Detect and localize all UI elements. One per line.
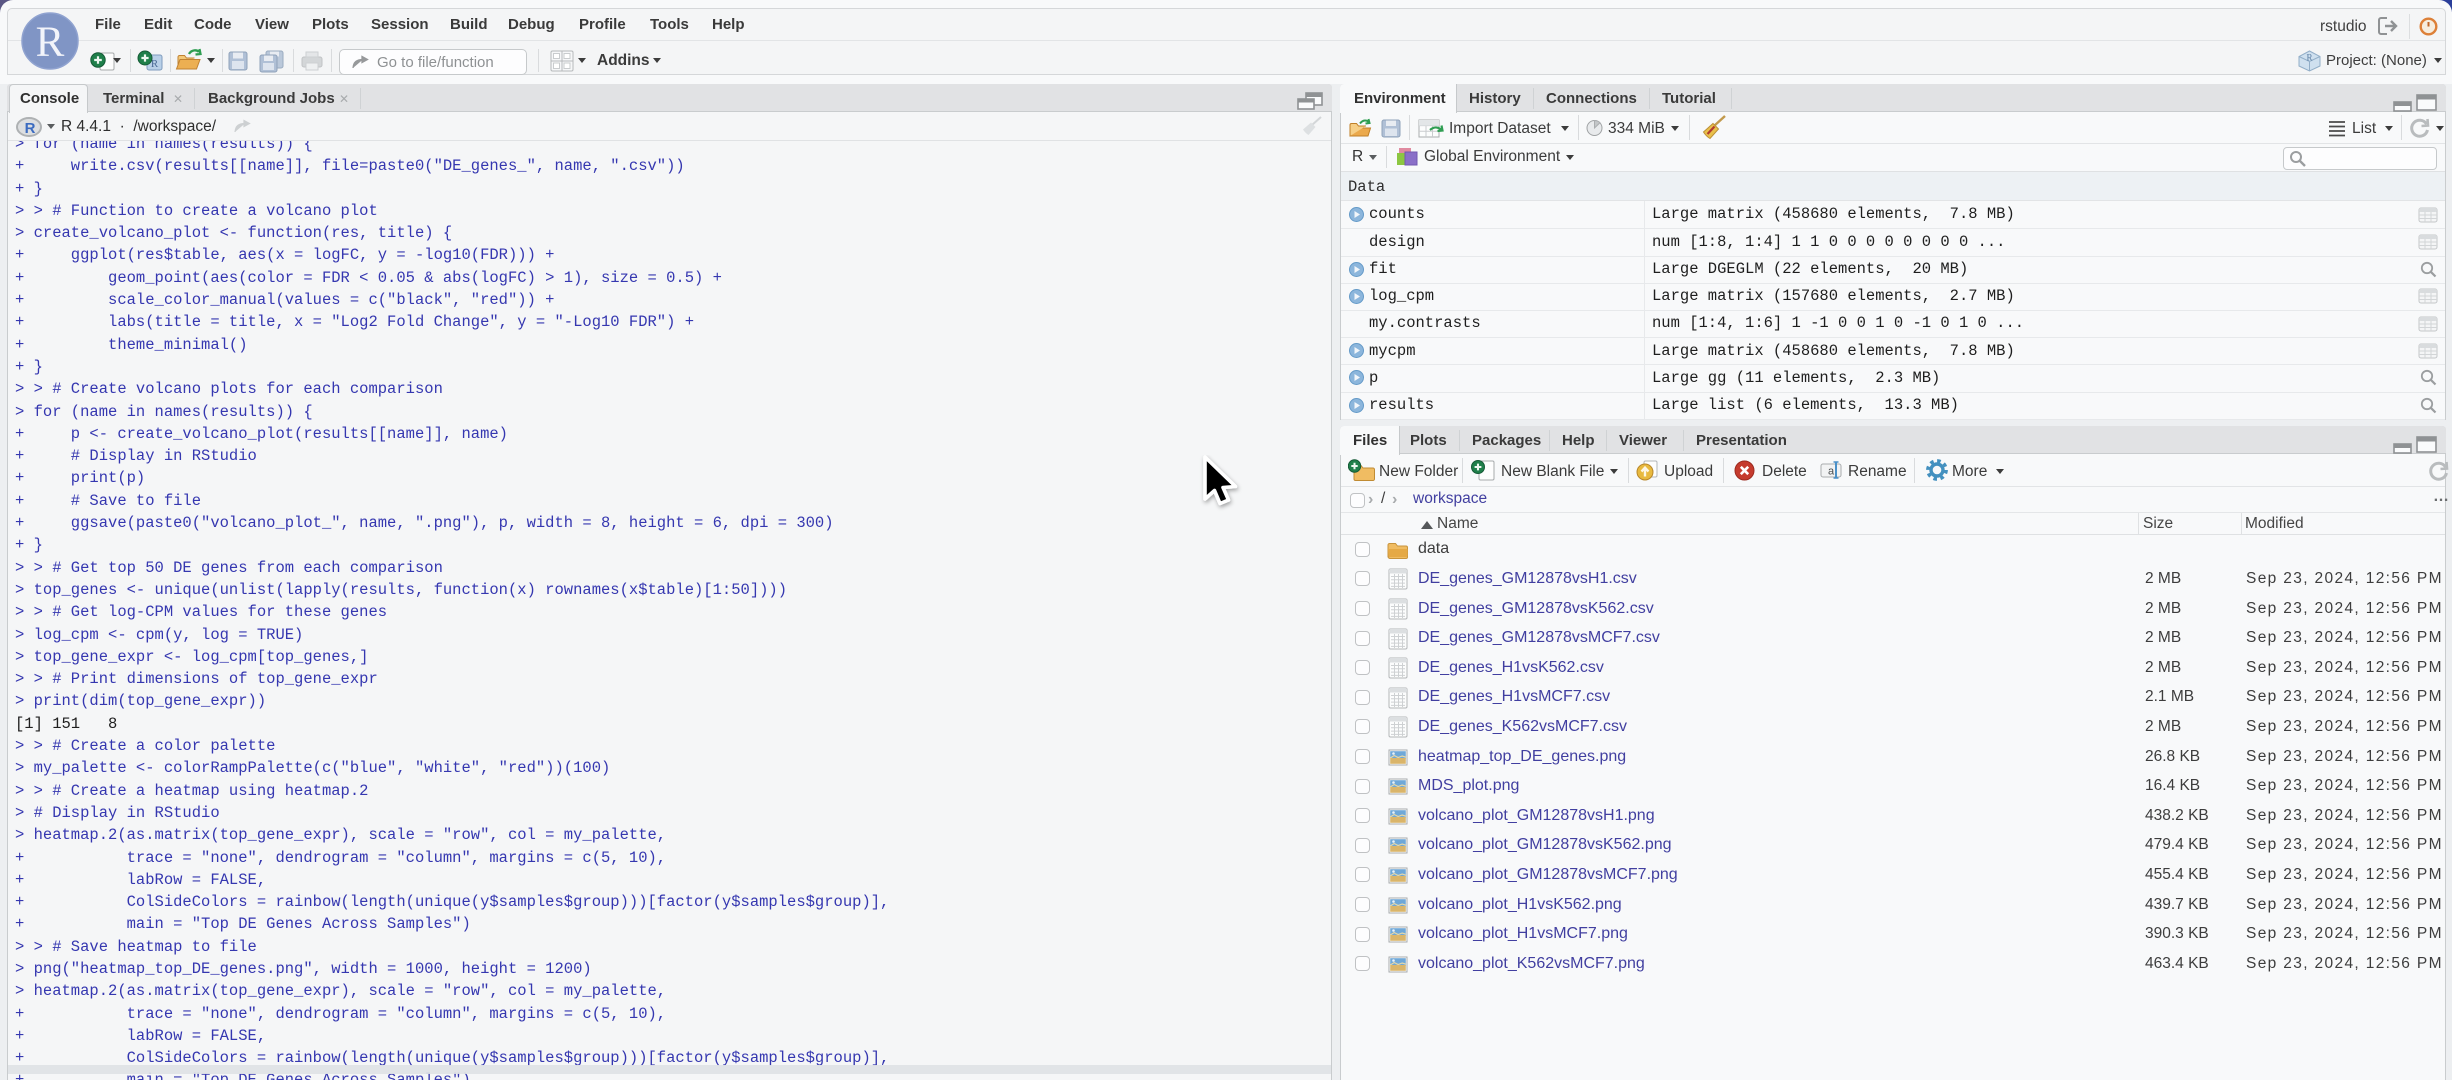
svg-text:R: R [36, 19, 65, 66]
svg-text:a: a [1828, 466, 1835, 478]
svg-text:R: R [25, 120, 36, 137]
svg-text:R: R [2306, 53, 2312, 63]
